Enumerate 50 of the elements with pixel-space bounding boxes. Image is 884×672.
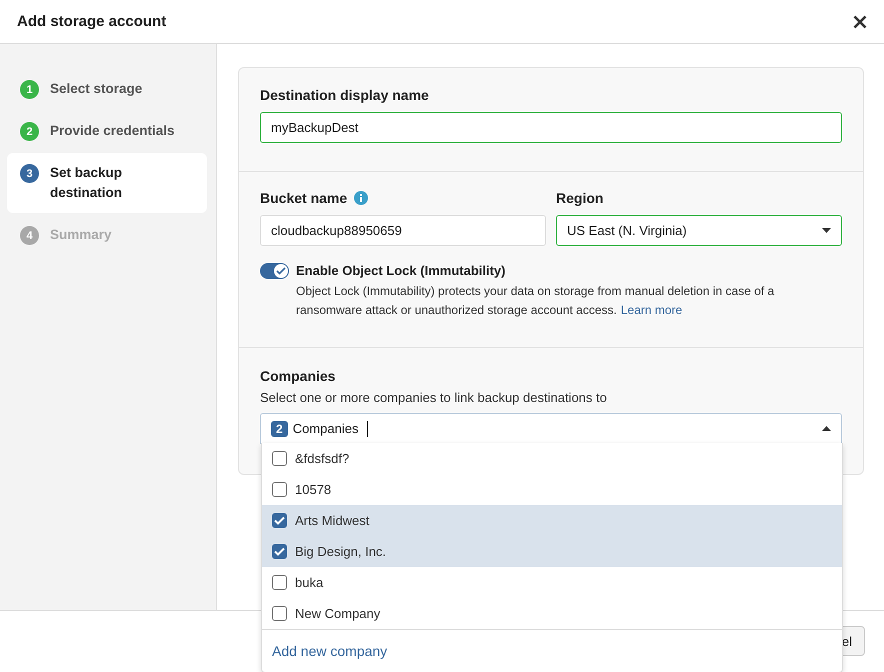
option-label: &fdsfsdf? [295,451,350,466]
step-label: Provide credentials [50,122,176,140]
company-option[interactable]: 10578 [262,474,842,505]
info-icon[interactable] [354,191,368,205]
name-input[interactable]: myBackupDest [260,112,842,143]
checkbox[interactable] [272,575,287,590]
step-number: 1 [20,80,39,99]
option-label: buka [295,575,324,590]
toggle-switch[interactable] [260,263,289,279]
field-label: Region [556,189,604,207]
bucket-input[interactable]: cloudbackup88950659 [260,215,546,246]
learn-more-link[interactable]: Learn more [620,303,682,317]
checkbox[interactable] [272,482,287,497]
toggle-label: Enable Object Lock (Immutability) [296,262,506,280]
field-label: Destination display name [260,86,430,104]
step-number: 3 [20,164,39,183]
dropdown-arrow-icon [822,426,831,431]
section-title: Companies [260,367,336,385]
region-select[interactable]: US East (N. Virginia) [556,215,842,246]
check-icon [276,267,286,275]
option-label: New Company [295,606,380,621]
step-item[interactable]: 3 Set backup destination [7,153,207,213]
checkbox[interactable] [272,606,287,621]
checkbox[interactable] [272,513,287,528]
dialog-title: Add storage account [17,13,166,30]
step-item[interactable]: 1 Select storage [7,69,207,109]
company-option[interactable]: Big Design, Inc. [262,536,842,567]
step-number: 2 [20,122,39,141]
option-label: Arts Midwest [295,513,370,528]
option-label: Big Design, Inc. [295,544,386,559]
dropdown-arrow-icon [822,228,831,233]
step-number: 4 [20,226,39,245]
step-item[interactable]: 2 Provide credentials [7,111,207,151]
option-label: 10578 [295,482,332,497]
step-label: Summary [50,226,113,244]
company-option[interactable]: &fdsfsdf? [262,443,842,474]
hint-text: Select one or more companies to link backup destinations to [260,390,608,405]
companies-select[interactable]: 2 Companies [260,413,842,444]
step-label: Select storage [50,80,144,98]
company-option[interactable]: buka [262,567,842,598]
step-label: Set backup destination [50,164,124,202]
count-badge: 2 [271,420,288,436]
company-option[interactable]: Arts Midwest [262,505,842,536]
checkbox[interactable] [272,544,287,559]
field-label: Bucket name [260,189,348,207]
add-company-link[interactable]: Add new company [272,643,388,659]
checkbox[interactable] [272,451,287,466]
close-icon[interactable] [853,14,867,28]
company-option[interactable]: New Company [262,598,842,629]
description-text: Object Lock (Immutability) protects your data on storage from manual deletion in case of a ransomware attack or unauthorized storage account access. Learn more [296,283,776,319]
